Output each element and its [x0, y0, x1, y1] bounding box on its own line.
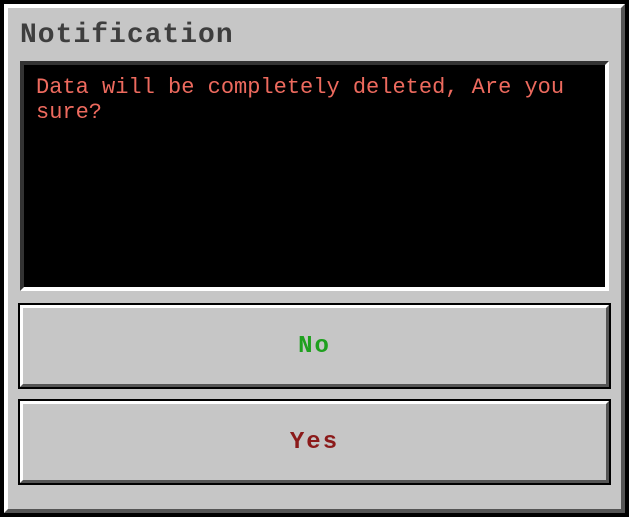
yes-button[interactable]: Yes	[20, 401, 609, 483]
message-text: Data will be completely deleted, Are you…	[36, 75, 593, 125]
message-box: Data will be completely deleted, Are you…	[20, 61, 609, 291]
dialog-title: Notification	[20, 20, 609, 51]
notification-dialog: Notification Data will be completely del…	[4, 4, 625, 513]
no-button[interactable]: No	[20, 305, 609, 387]
